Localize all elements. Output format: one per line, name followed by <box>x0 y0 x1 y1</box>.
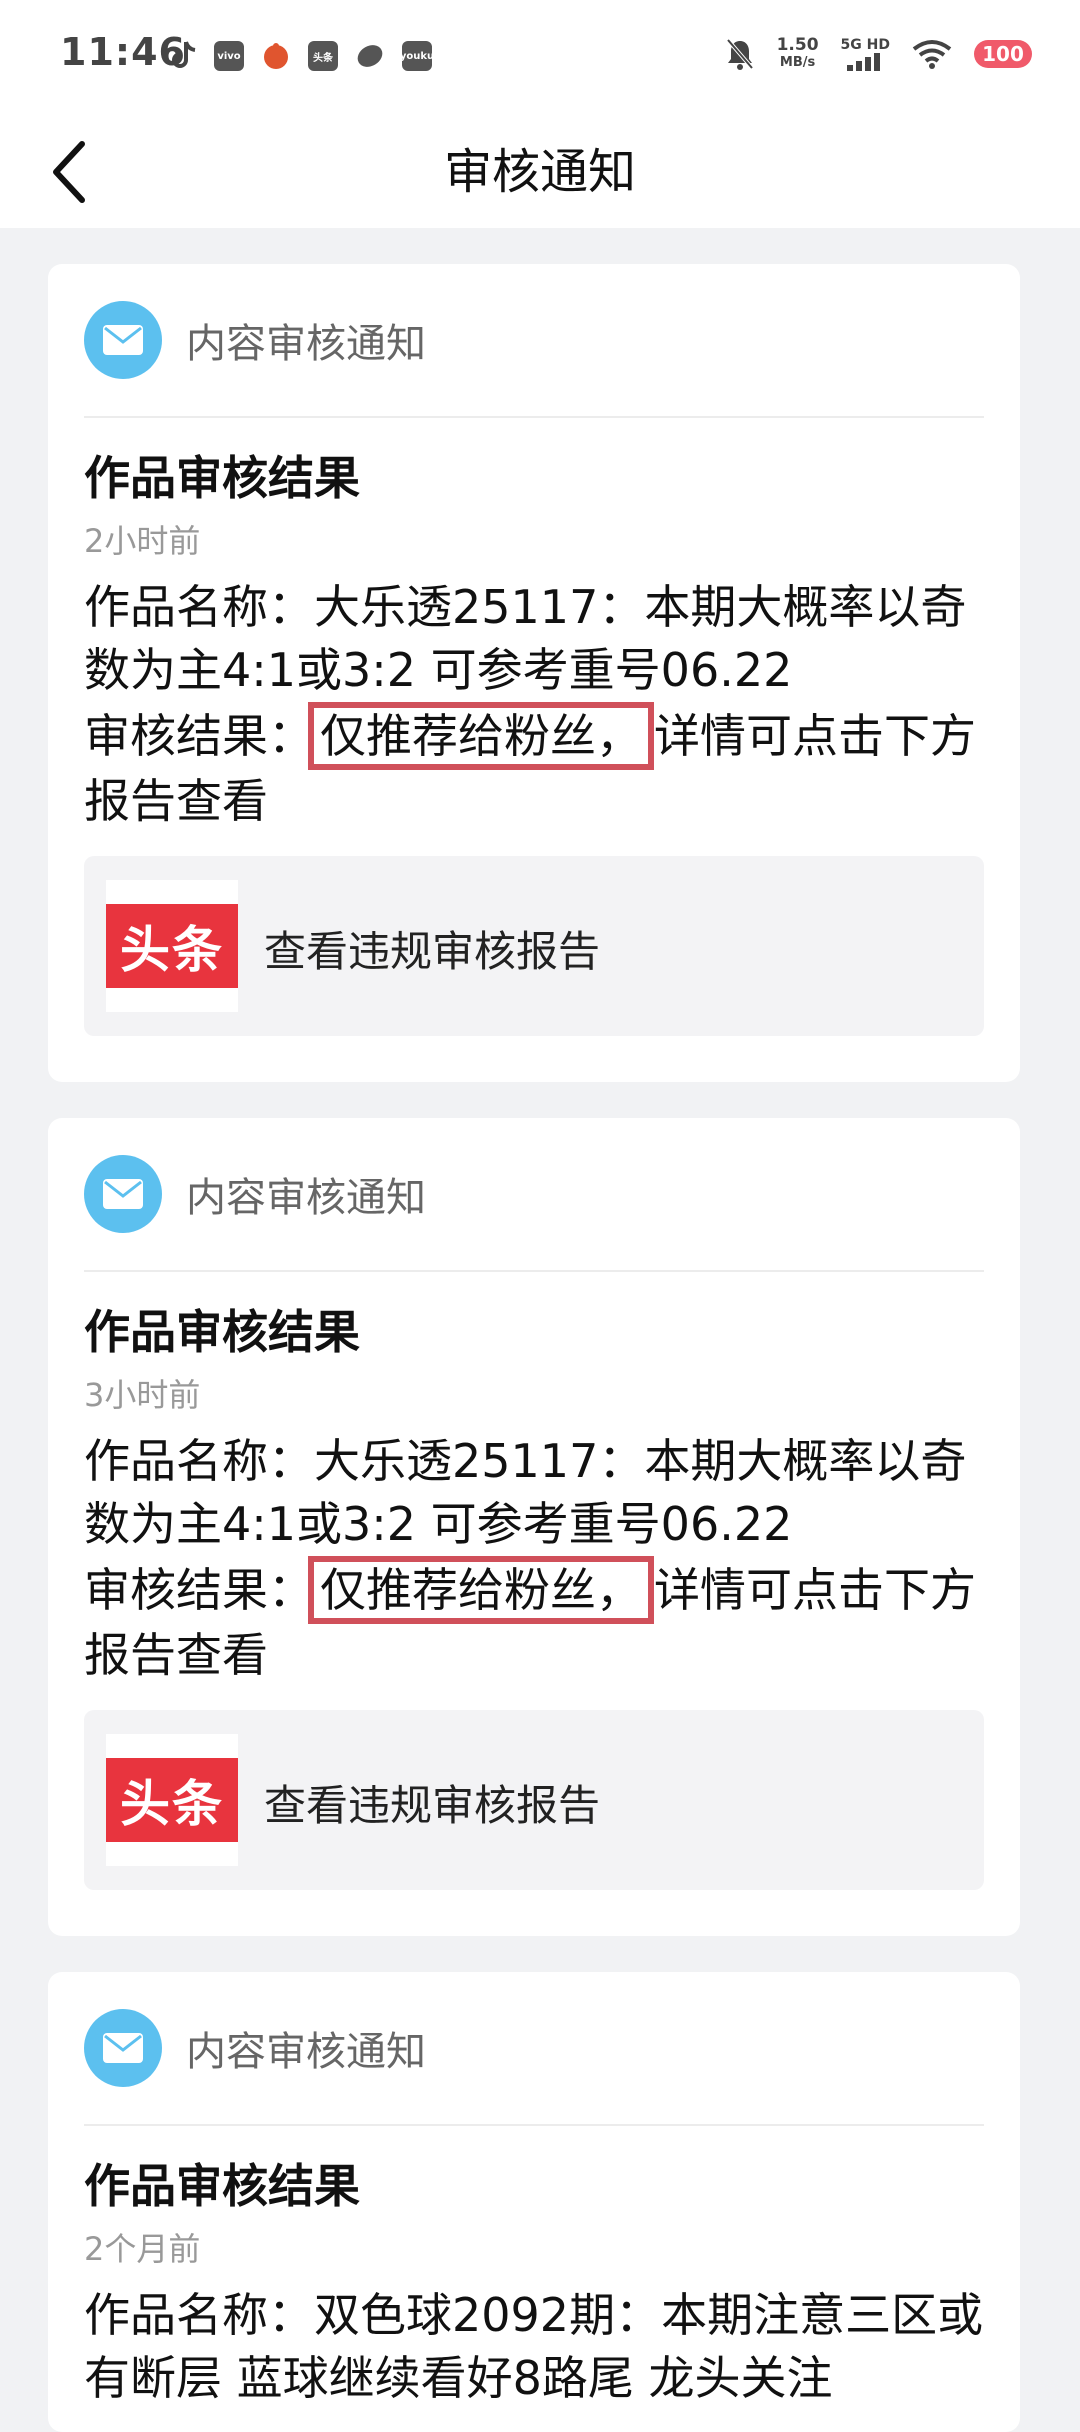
status-bar: 11:46 vivo 头条 youku 1.50 MB/s 5G HD 100 <box>0 0 1080 112</box>
result-highlight: 仅推荐给粉丝， <box>308 1556 654 1624</box>
status-right: 1.50 MB/s 5G HD 100 <box>725 36 1032 72</box>
mail-icon <box>84 1155 162 1233</box>
battery-indicator: 100 <box>974 40 1032 68</box>
mute-bell-icon <box>726 38 754 70</box>
notification-body: 作品名称：双色球2092期：本期注意三区或有断层 蓝球继续看好8路尾 龙头关注 <box>84 2284 1000 2410</box>
notification-card: 内容审核通知 作品审核结果 2小时前 作品名称：大乐透25117：本期大概率以奇… <box>48 264 1020 1082</box>
notification-body: 作品名称：大乐透25117：本期大概率以奇数为主4:1或3:2 可参考重号06.… <box>84 1430 1000 1687</box>
work-name-line: 作品名称：大乐透25117：本期大概率以奇数为主4:1或3:2 可参考重号06.… <box>84 580 967 697</box>
signal: 5G HD <box>841 37 890 71</box>
result-prefix: 审核结果： <box>84 709 314 763</box>
mail-icon <box>84 2009 162 2087</box>
wifi-icon <box>912 40 952 69</box>
work-name-line: 作品名称：大乐透25117：本期大概率以奇数为主4:1或3:2 可参考重号06.… <box>84 1434 967 1551</box>
signal-bars-icon <box>847 52 881 71</box>
report-label: 查看违规审核报告 <box>264 1781 601 1830</box>
card-header: 内容审核通知 <box>84 1154 426 1234</box>
notification-card: 内容审核通知 作品审核结果 3小时前 作品名称：大乐透25117：本期大概率以奇… <box>48 1118 1020 1936</box>
notification-body: 作品名称：大乐透25117：本期大概率以奇数为主4:1或3:2 可参考重号06.… <box>84 576 1000 833</box>
youku-app-icon: youku <box>400 41 434 71</box>
leaf-app-icon <box>357 45 383 67</box>
toutiao-logo-text: 头条 <box>106 904 238 988</box>
vivo-app-icon: vivo <box>214 41 244 71</box>
toutiao-logo: 头条 <box>106 1734 238 1866</box>
notification-card: 内容审核通知 作品审核结果 2个月前 作品名称：双色球2092期：本期注意三区或… <box>48 1972 1020 2432</box>
card-head-label: 内容审核通知 <box>186 2029 426 2075</box>
view-report-button[interactable]: 头条 查看违规审核报告 <box>84 1710 984 1890</box>
card-head-label: 内容审核通知 <box>186 1175 426 1221</box>
net-speed: 1.50 MB/s <box>776 35 819 70</box>
status-app-icons: vivo 头条 youku <box>168 40 434 72</box>
page-header: 审核通知 <box>0 112 1080 228</box>
divider <box>84 416 984 418</box>
result-prefix: 审核结果： <box>84 1563 314 1617</box>
notification-time: 2个月前 <box>84 2230 201 2268</box>
work-name-line: 作品名称：双色球2092期：本期注意三区或有断层 蓝球继续看好8路尾 龙头关注 <box>84 2288 984 2405</box>
result-title: 作品审核结果 <box>84 2159 360 2213</box>
card-header: 内容审核通知 <box>84 2008 426 2088</box>
notification-time: 2小时前 <box>84 522 201 560</box>
card-header: 内容审核通知 <box>84 300 426 380</box>
mail-icon <box>84 301 162 379</box>
toutiao-logo-text: 头条 <box>106 1758 238 1842</box>
result-highlight: 仅推荐给粉丝， <box>308 702 654 770</box>
game-app-icon <box>264 43 288 69</box>
notification-time: 3小时前 <box>84 1376 201 1414</box>
result-title: 作品审核结果 <box>84 1305 360 1359</box>
card-head-label: 内容审核通知 <box>186 321 426 367</box>
view-report-button[interactable]: 头条 查看违规审核报告 <box>84 856 984 1036</box>
toutiao-app-icon: 头条 <box>308 41 338 71</box>
result-title: 作品审核结果 <box>84 451 360 505</box>
report-label: 查看违规审核报告 <box>264 927 601 976</box>
tiktok-icon <box>172 41 196 68</box>
toutiao-logo: 头条 <box>106 880 238 1012</box>
page-title: 审核通知 <box>443 144 636 200</box>
divider <box>84 1270 984 1272</box>
divider <box>84 2124 984 2126</box>
